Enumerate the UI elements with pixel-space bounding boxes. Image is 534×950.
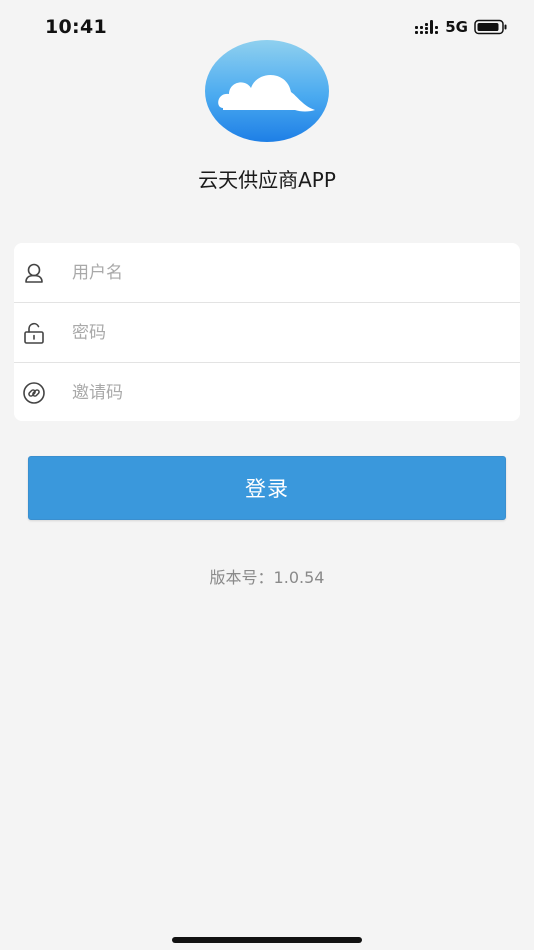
battery-icon — [474, 19, 507, 35]
invite-code-input[interactable] — [72, 363, 502, 421]
cloud-icon — [205, 40, 329, 142]
username-row — [14, 243, 520, 302]
network-label: 5G — [445, 18, 468, 36]
invite-code-row — [14, 363, 520, 421]
status-indicators: 5G — [415, 18, 508, 36]
username-input[interactable] — [72, 243, 502, 302]
signal-icon — [415, 20, 439, 34]
password-input[interactable] — [72, 303, 502, 362]
password-row — [14, 303, 520, 362]
app-name: 云天供应商APP — [198, 168, 336, 192]
link-icon — [23, 382, 45, 404]
user-icon — [25, 263, 43, 283]
version-label: 版本号：1.0.54 — [209, 568, 325, 587]
home-indicator[interactable] — [172, 937, 362, 943]
login-form — [14, 243, 520, 421]
lock-icon — [24, 322, 44, 344]
login-button[interactable]: 登录 — [28, 456, 506, 520]
status-time: 10:41 — [45, 16, 107, 38]
